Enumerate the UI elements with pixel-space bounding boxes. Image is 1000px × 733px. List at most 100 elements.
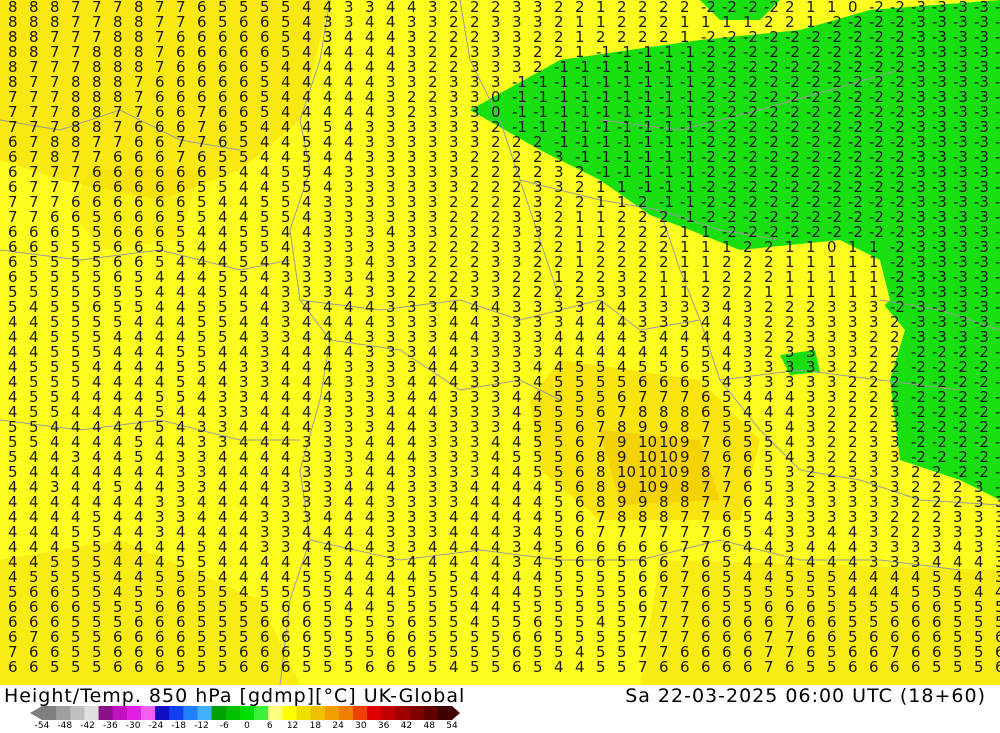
temperature-value-label: 5 [344,658,354,676]
temperature-value-label: 6 [281,658,291,676]
legend-color-cell [296,706,312,720]
legend-tick-label: 54 [446,721,458,731]
temperature-value-label: 6 [869,658,879,676]
temperature-value-label: 5 [491,658,501,676]
temperature-value-label: 6 [386,658,396,676]
temperature-value-label: 5 [596,658,606,676]
legend-color-cell [381,706,396,720]
temperature-value-label: 6 [911,658,921,676]
temperature-value-label: 5 [50,658,60,676]
legend-tick-label: 18 [309,721,322,731]
temperature-value-label: 5 [71,658,81,676]
legend-tick-label: 0 [244,721,250,731]
temperature-value-label: 6 [29,658,39,676]
temperature-value-label: 6 [848,658,858,676]
legend-color-cell [183,706,199,720]
legend-tick-label: -48 [57,721,73,731]
valid-time: Sa 22-03-2025 06:00 UTC (18+60) [625,685,986,707]
legend-arrow-left [30,706,42,720]
temperature-value-label: 6 [512,658,522,676]
legend-tick-label: -6 [219,721,229,731]
legend-color-cell [310,706,326,720]
temperature-value-label: 5 [428,658,438,676]
legend-tick-label: -18 [171,721,187,731]
legend-tick-label: -30 [125,721,141,731]
legend-color-cell [155,706,170,720]
legend-color-cell [395,706,411,720]
legend-tick-label: -36 [102,721,118,731]
legend-color-cell [338,706,354,720]
legend-color-cell [126,706,142,720]
legend-tick-label: -42 [80,721,95,731]
temperature-value-label: 5 [932,658,942,676]
legend-color-cell [42,706,57,720]
warm-area-southeast [640,560,1000,685]
legend-tick-label: -54 [34,721,50,731]
legend-tick-label: 24 [332,721,344,731]
temperature-value-label: 6 [659,658,669,676]
temperature-value-label: 5 [302,658,312,676]
legend-tick-label: -12 [194,721,209,731]
temperature-value-label: 5 [323,658,333,676]
temperature-value-label: 5 [92,658,102,676]
legend-tick-label: 42 [400,721,413,731]
legend-color-cell [324,706,340,720]
temperature-value-label: 5 [407,658,417,676]
temperature-value-label: 6 [680,658,690,676]
map-title: Height/Temp. 850 hPa [gdmp][°C] UK-Globa… [4,685,466,707]
temperature-value-label: 5 [617,658,627,676]
temperature-value-label: 5 [953,658,963,676]
temperature-value-label: 6 [890,658,900,676]
legend-color-cell [225,706,241,720]
temperature-value-label: 5 [176,658,186,676]
legend-tick-label: 48 [423,721,435,731]
legend-color-cell [56,706,71,720]
temperature-value-label: 5 [827,658,837,676]
temperature-value-label: 4 [449,658,459,676]
temperature-value-label: 6 [365,658,375,676]
temperature-value-label: 4 [575,658,585,676]
temperature-value-label: 5 [197,658,207,676]
temperature-value-label: 6 [743,658,753,676]
legend-color-cell [437,706,453,720]
temperature-value-label: 5 [974,658,984,676]
temperature-field: 8 8 8 7 7 7 8 7 7 6 5 5 5 5 4 4 3 3 4 4 3 2 2 2 3 3 2 2 1 2 2 2 2 -2 -2 -2-… [0,0,1000,685]
legend-tick-label: 12 [286,721,299,731]
legend-color-cell [423,706,439,720]
legend-color-cell [254,706,269,720]
color-scale-labels: -54 -48 -42 -36 -30 -24 -18 -12 -6 0 6 12 18 24 30 36 42… [30,721,460,733]
map-footer: Height/Temp. 850 hPa [gdmp][°C] UK-Globa… [0,685,1000,733]
legend-tick-label: 30 [355,721,367,731]
legend-color-cell [197,706,213,720]
temperature-value-label: 6 [239,658,249,676]
legend-tick-label: 36 [377,721,390,731]
legend-color-cell [353,706,368,720]
temperature-value-label: 6 [8,658,18,676]
legend-color-cell [169,706,184,720]
temperature-value-label: 6 [995,658,1000,676]
temperature-value-label: 5 [806,658,816,676]
legend-color-cell [98,706,114,720]
temperature-value-label: 6 [701,658,711,676]
temperature-value-label: 5 [218,658,228,676]
legend-tick-label: -24 [148,721,164,731]
temperature-value-label: 5 [470,658,480,676]
legend-color-cell [112,706,128,720]
temperature-value-label: 6 [113,658,123,676]
color-scale-legend [30,706,460,720]
legend-color-cell [409,706,425,720]
temperature-value-label: 7 [638,658,648,676]
legend-color-cell [211,706,227,720]
temperature-value-label: 6 [260,658,270,676]
legend-color-cell [140,706,156,720]
temperature-value-label: 5 [533,658,543,676]
temperature-value-label: 6 [155,658,165,676]
temperature-value-label: 6 [722,658,732,676]
weather-map: 8 8 8 7 7 7 8 7 7 6 5 5 5 5 4 4 3 3 4 4 3 2 2 2 3 3 2 2 1 2 2 2 2 -2 -2 -2-… [0,0,1000,685]
legend-tick-label: 6 [266,721,273,731]
legend-arrow-right [452,706,460,720]
legend-color-cell [367,706,382,720]
legend-color-cell [84,706,100,720]
legend-color-cell [70,706,85,720]
legend-color-cell [239,706,255,720]
